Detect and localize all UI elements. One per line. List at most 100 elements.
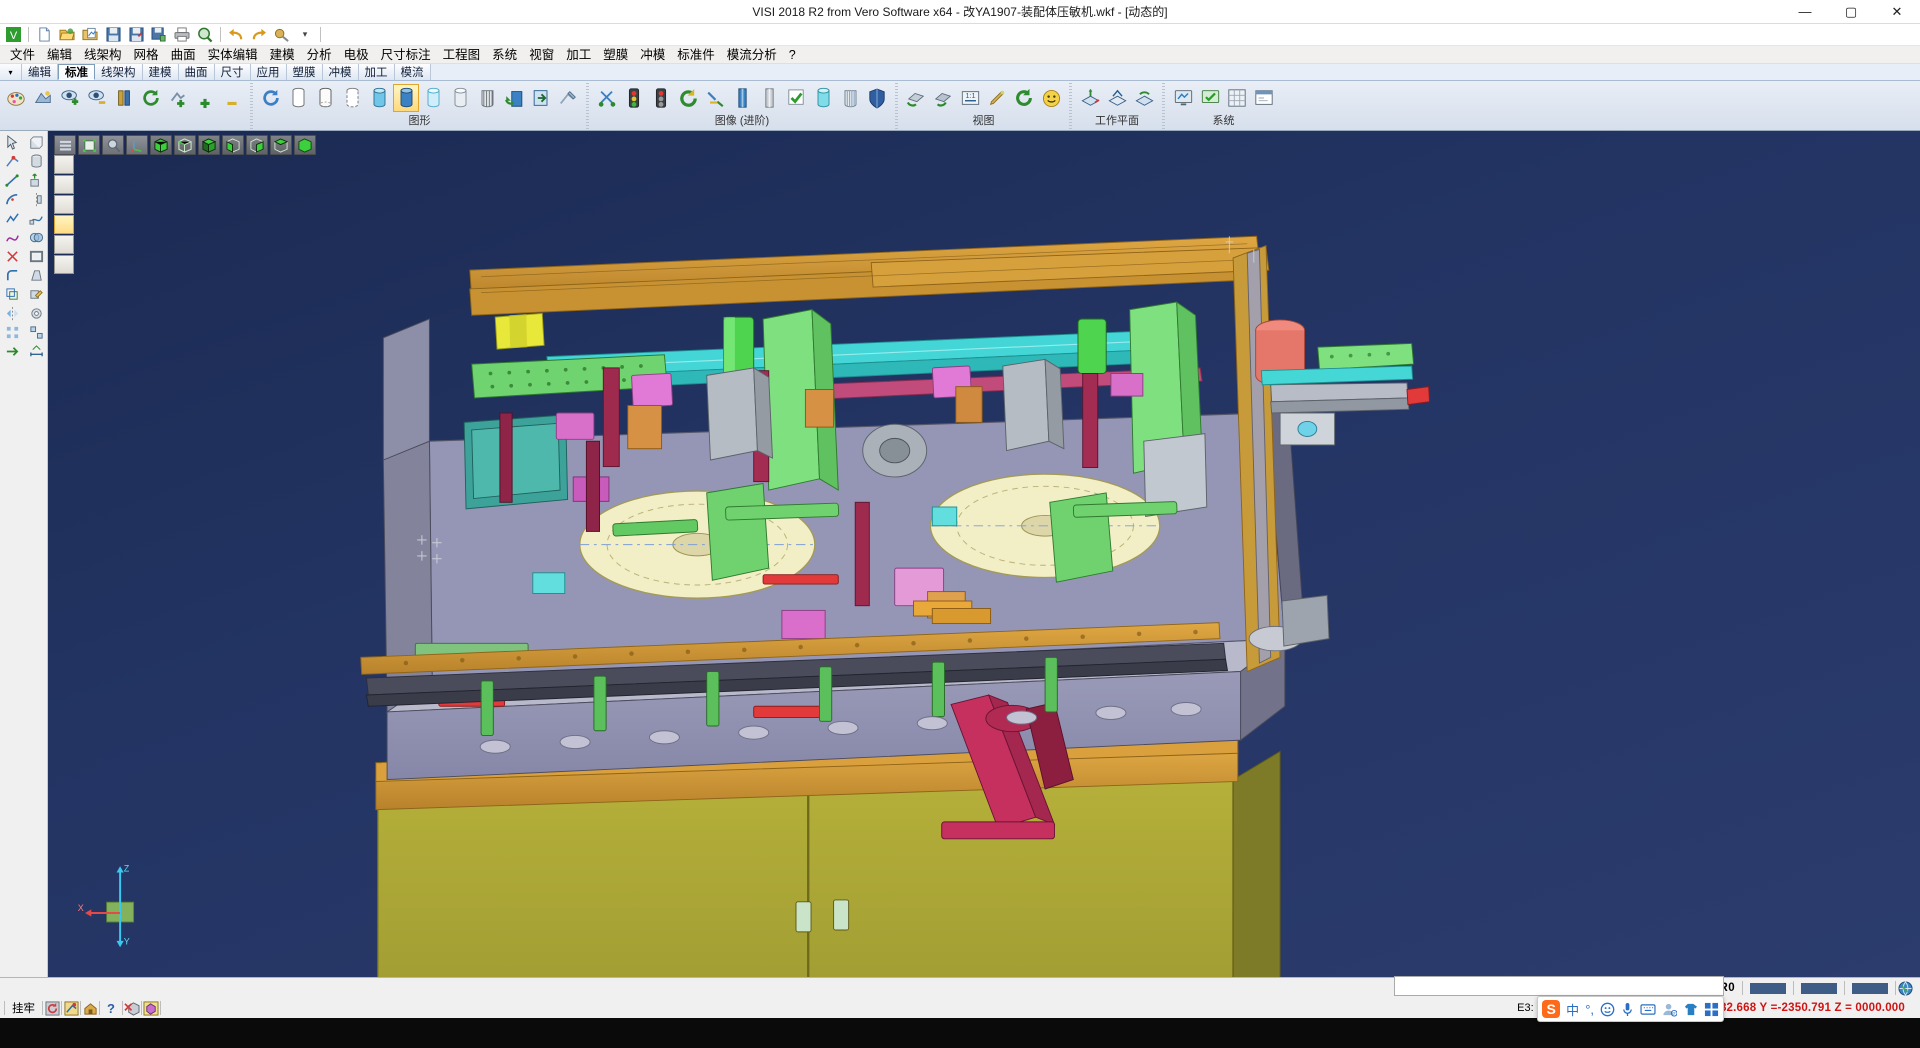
home-view-icon[interactable] (81, 1000, 99, 1017)
refresh-view-icon[interactable] (138, 84, 164, 112)
polyline-icon[interactable] (1, 209, 23, 228)
view-pane-4-icon[interactable] (54, 215, 74, 234)
menu-item-surface[interactable]: 曲面 (165, 46, 202, 64)
open-recent-icon[interactable] (79, 25, 101, 45)
hidden-dashed-cylinder-icon[interactable] (339, 84, 365, 112)
tab-dimension[interactable]: 尺寸 (215, 64, 251, 80)
tab-application[interactable]: 应用 (251, 64, 287, 80)
tab-die[interactable]: 冲模 (323, 64, 359, 80)
cut-solid-icon[interactable] (123, 1000, 141, 1017)
scissors-cut-icon[interactable] (594, 84, 620, 112)
visibility-add-icon[interactable] (57, 84, 83, 112)
solid-shell-icon[interactable] (25, 247, 47, 266)
array-icon[interactable] (1, 323, 23, 342)
paint-palette-icon[interactable] (3, 84, 29, 112)
close-button[interactable]: ✕ (1874, 0, 1920, 24)
fit-to-window-icon[interactable] (78, 135, 100, 155)
view-pane-1-icon[interactable] (54, 155, 74, 174)
attributes-minus-icon[interactable] (219, 84, 245, 112)
menu-item-file[interactable]: 文件 (4, 46, 41, 64)
globe-icon[interactable] (1896, 980, 1914, 997)
ime-mode-toggle[interactable]: 中 (1566, 1000, 1579, 1019)
snap-toggle[interactable]: 挂牢 (5, 1000, 42, 1016)
refresh-status-icon[interactable] (43, 1000, 61, 1017)
menu-item-help[interactable]: ? (783, 46, 802, 64)
iso-view-right-icon[interactable] (246, 135, 268, 155)
microphone-icon[interactable] (1621, 1002, 1634, 1017)
view-rotate-icon[interactable] (903, 84, 929, 112)
attributes-plus-icon[interactable] (192, 84, 218, 112)
visibility-remove-icon[interactable] (84, 84, 110, 112)
magic-wand-icon[interactable] (702, 84, 728, 112)
quick-shade-cylinder-icon[interactable] (447, 84, 473, 112)
menu-item-solid-edit[interactable]: 实体编辑 (202, 46, 264, 64)
save-as-icon[interactable] (125, 25, 147, 45)
plane-construct-icon[interactable] (1104, 84, 1130, 112)
color-swatch-1[interactable] (1743, 983, 1793, 994)
tab-machining[interactable]: 加工 (359, 64, 395, 80)
menu-item-system[interactable]: 系统 (486, 46, 523, 64)
shade-settings-icon[interactable] (555, 84, 581, 112)
view-pane-3-icon[interactable] (54, 195, 74, 214)
keyboard-icon[interactable] (1640, 1003, 1656, 1016)
menu-item-drawing[interactable]: 工程图 (437, 46, 487, 64)
refresh-green-icon[interactable] (1011, 84, 1037, 112)
tab-standard[interactable]: 标准 (58, 64, 95, 80)
view-pane-5-icon[interactable] (54, 235, 74, 254)
wireframe-cylinder-icon[interactable] (285, 84, 311, 112)
ime-punctuation-toggle[interactable]: °, (1585, 1002, 1594, 1017)
tab-surface[interactable]: 曲面 (179, 64, 215, 80)
tab-edit[interactable]: 编辑 (22, 64, 58, 80)
new-file-icon[interactable] (33, 25, 55, 45)
system-window-icon[interactable] (1251, 84, 1277, 112)
system-grid-icon[interactable] (1224, 84, 1250, 112)
zoom-magnifier-icon[interactable] (102, 135, 124, 155)
print-icon[interactable] (171, 25, 193, 45)
mirror-icon[interactable] (1, 304, 23, 323)
shield-icon[interactable] (864, 84, 890, 112)
menu-item-analysis[interactable]: 分析 (301, 46, 338, 64)
green-check-icon[interactable] (783, 84, 809, 112)
ime-toolbar[interactable]: S 中 °, ? (1537, 996, 1724, 1022)
print-preview-icon[interactable] (194, 25, 216, 45)
help-query-icon[interactable]: ? (100, 1001, 122, 1016)
solid-feature-icon[interactable] (25, 304, 47, 323)
blue-bar-icon[interactable] (729, 84, 755, 112)
tab-modeling[interactable]: 建模 (143, 64, 179, 80)
menu-item-wireframe[interactable]: 线架构 (78, 46, 128, 64)
sogou-logo-icon[interactable]: S (1542, 1000, 1560, 1018)
view-pane-6-icon[interactable] (54, 255, 74, 274)
solid-edit-icon[interactable] (25, 285, 47, 304)
attributes-add-icon[interactable] (165, 84, 191, 112)
solid-draft-icon[interactable] (25, 266, 47, 285)
point-icon[interactable] (1, 152, 23, 171)
traffic-light-icon[interactable] (621, 84, 647, 112)
hidden-line-cylinder-icon[interactable] (312, 84, 338, 112)
grey-bar-icon[interactable] (756, 84, 782, 112)
menu-item-mesh[interactable]: 网格 (128, 46, 165, 64)
striped-cylinder-icon[interactable] (837, 84, 863, 112)
assembly-model-render[interactable] (48, 131, 1920, 977)
shaded-cylinder-icon[interactable] (393, 84, 419, 112)
smiley-icon[interactable] (1038, 84, 1064, 112)
tab-flow[interactable]: 模流 (395, 64, 431, 80)
system-green-icon[interactable] (1197, 84, 1223, 112)
regenerate-icon[interactable] (258, 84, 284, 112)
render-shade-icon[interactable] (30, 84, 56, 112)
user-icon[interactable]: ? (1662, 1002, 1677, 1017)
menu-item-modeling[interactable]: 建模 (264, 46, 301, 64)
undo-icon[interactable] (225, 25, 247, 45)
menu-item-standard-parts[interactable]: 标准件 (671, 46, 721, 64)
view-rotate2-icon[interactable] (930, 84, 956, 112)
save-all-icon[interactable] (148, 25, 170, 45)
arc-icon[interactable] (1, 190, 23, 209)
menu-item-machining[interactable]: 加工 (560, 46, 597, 64)
trim-icon[interactable] (1, 247, 23, 266)
transform-icon[interactable] (1, 342, 23, 361)
solid-sweep-icon[interactable] (25, 209, 47, 228)
section-cylinder-icon[interactable] (474, 84, 500, 112)
solid-boolean-icon[interactable] (25, 228, 47, 247)
iso-view-left-icon[interactable] (222, 135, 244, 155)
offset-icon[interactable] (1, 285, 23, 304)
smiley-icon[interactable] (1600, 1002, 1615, 1017)
